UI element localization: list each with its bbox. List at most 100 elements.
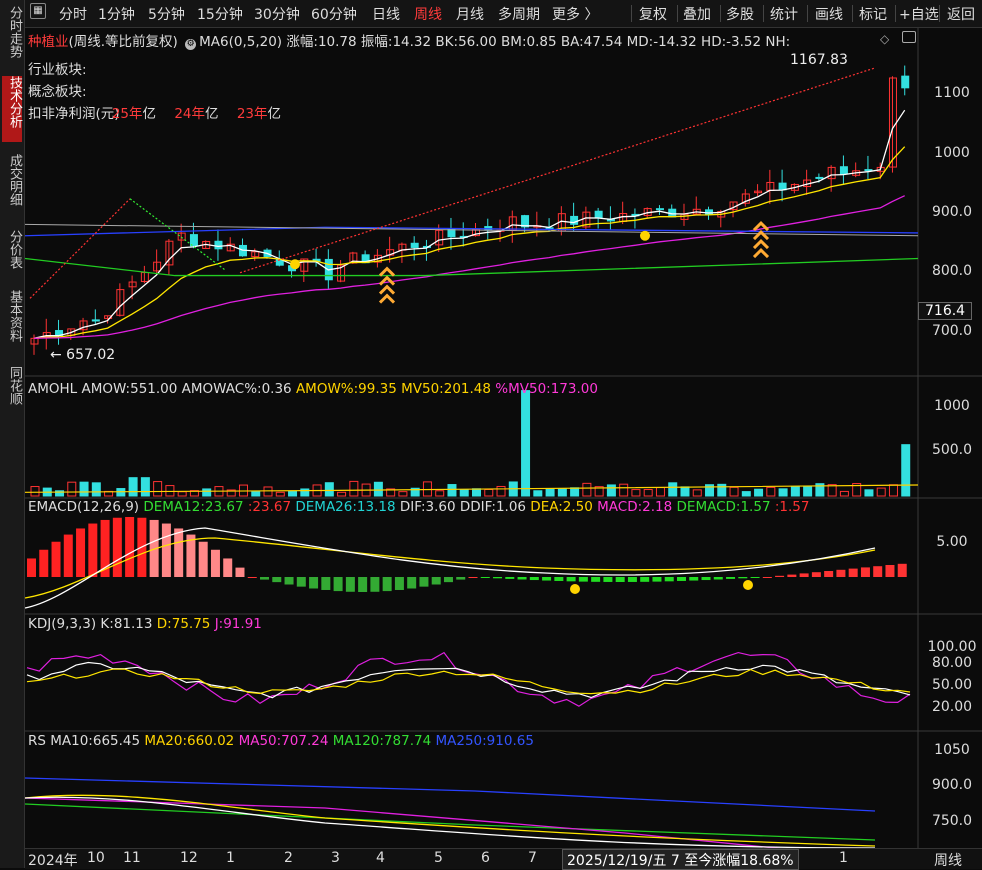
amo-stat-value: 99.35 [358, 381, 397, 397]
amo-title[interactable]: AMOHL [28, 381, 77, 397]
volume-bar [619, 483, 629, 497]
chart-canvas[interactable] [25, 28, 982, 848]
tb-mark[interactable]: 标记 [859, 4, 887, 24]
kdj-k-line [26, 661, 911, 699]
macd-bar [640, 577, 650, 582]
macd-bar [198, 541, 208, 577]
grid-icon[interactable]: ▦ [30, 3, 46, 19]
kdj-stat-label: K: [100, 616, 114, 632]
tb-restore-rights[interactable]: 复权 [639, 4, 667, 24]
amo-stat-value: 173.00 [550, 381, 598, 397]
stat-hd-value: -3.52 [726, 34, 762, 50]
tb-add-watchlist[interactable]: +自选 [899, 4, 939, 24]
stock-name[interactable]: 种植业 [28, 34, 69, 50]
diamond-icon[interactable]: ◇ [880, 32, 889, 46]
toolbar-divider [720, 5, 721, 22]
tb-more[interactable]: 更多 〉 [552, 4, 598, 24]
rs-header: RS MA10:665.45 MA20:660.02 MA50:707.24 M… [28, 733, 534, 749]
volume-bar [741, 491, 751, 497]
tab-trade-detail[interactable]: 成交明细 [2, 154, 22, 220]
tb-weekly[interactable]: 周线 [414, 4, 442, 24]
macd-bar [529, 577, 539, 581]
toolbar-divider [677, 5, 678, 22]
toolbar-divider [807, 5, 808, 22]
macd-bar [39, 549, 49, 577]
concept-sector-label: 概念板块: [28, 84, 87, 100]
tb-draw-line[interactable]: 画线 [815, 4, 843, 24]
tab-tonghuashun[interactable]: 同花顺 [2, 366, 22, 416]
toolbar-divider [763, 5, 764, 22]
trend-line [29, 198, 131, 299]
date-label: 2024年 [28, 853, 78, 869]
macd-bar [750, 577, 760, 578]
tab-price-table[interactable]: 分价表 [2, 230, 22, 280]
y-tick: 20.00 [931, 699, 973, 715]
volume-bar [288, 490, 298, 497]
macd-stat-value: 2.18 [642, 499, 673, 515]
profit-year: 25年 [111, 106, 143, 122]
tb-30min[interactable]: 30分钟 [254, 4, 300, 24]
amo-stat-label: %MV50: [495, 381, 551, 397]
tb-back[interactable]: 返回 [947, 4, 975, 24]
kdj-title[interactable]: KDJ(9,3,3) [28, 616, 96, 632]
volume-bar [177, 491, 187, 497]
profit-year: 24年 [174, 106, 206, 122]
tab-fundamentals[interactable]: 基本资料 [2, 290, 22, 356]
settings-icon[interactable]: ⚙ [185, 39, 197, 50]
tb-multi-period[interactable]: 多周期 [498, 4, 540, 24]
tb-daily[interactable]: 日线 [372, 4, 400, 24]
macd-bar [627, 577, 637, 582]
volume-bar [643, 489, 653, 497]
tb-fenshi[interactable]: 分时 [59, 4, 87, 24]
tb-15min[interactable]: 15分钟 [197, 4, 243, 24]
ma-line-magenta [33, 195, 905, 339]
macd-stat-label: DIF: [399, 499, 426, 515]
tab-intraday[interactable]: 分时走势 [2, 6, 22, 66]
y-tick: 500.0 [931, 442, 973, 458]
volume-bar [398, 491, 408, 497]
tb-statistics[interactable]: 统计 [770, 4, 798, 24]
tb-1min[interactable]: 1分钟 [98, 4, 135, 24]
volume-bar [803, 485, 813, 497]
macd-bar [235, 567, 245, 577]
macd-bar [701, 577, 711, 581]
tb-60min[interactable]: 60分钟 [311, 4, 357, 24]
macd-bar [566, 577, 576, 582]
candle-body [864, 169, 873, 172]
tb-5min[interactable]: 5分钟 [148, 4, 185, 24]
stat-amplitude-value: 14.32 [392, 34, 432, 50]
tab-technical-analysis[interactable]: 技术分析 [2, 76, 22, 142]
amo-header: AMOHL AMOW:551.00 AMOWAC%:0.36 AMOW%:99.… [28, 381, 598, 397]
candle-body [410, 242, 419, 248]
tb-monthly[interactable]: 月线 [456, 4, 484, 24]
volume-bar [324, 482, 334, 497]
rs-stat-value: 910.65 [486, 733, 534, 749]
y-tick: 1050 [934, 742, 970, 758]
macd-bar [333, 577, 343, 592]
tb-overlay[interactable]: 叠加 [683, 4, 711, 24]
profit-unit: 亿 [142, 106, 157, 122]
rs-ma120 [25, 803, 876, 841]
volume-bar [30, 486, 40, 497]
volume-bar [67, 481, 77, 497]
ma-label[interactable]: MA6(0,5,20) [199, 34, 282, 50]
macd-bar [615, 577, 625, 582]
volume-bar [91, 482, 101, 497]
rs-title[interactable]: RS [28, 733, 46, 749]
volume-bar [165, 485, 175, 497]
profit-unit: 亿 [267, 106, 282, 122]
macd-title[interactable]: EMACD(12,26,9) [28, 499, 139, 515]
tb-multi-stock[interactable]: 多股 [726, 4, 754, 24]
macd-bar [260, 577, 270, 580]
date-label: 7 [528, 850, 537, 866]
macd-bar [382, 577, 392, 592]
macd-stat-value: 13.18 [356, 499, 396, 515]
volume-bar [582, 482, 592, 497]
date-axis: 2024年 10 11 12 1 2 3 4 5 6 7 2025/12/19/… [25, 848, 982, 870]
window-icon[interactable] [902, 31, 916, 43]
macd-stat-label: DEMA26: [295, 499, 357, 515]
toolbar: ▦ 分时 1分钟 5分钟 15分钟 30分钟 60分钟 日线 周线 月线 多周期… [25, 0, 982, 28]
macd-bar [443, 577, 453, 583]
low-price-label: ← 657.02 [50, 347, 116, 363]
rs-stat-value: 660.02 [187, 733, 235, 749]
